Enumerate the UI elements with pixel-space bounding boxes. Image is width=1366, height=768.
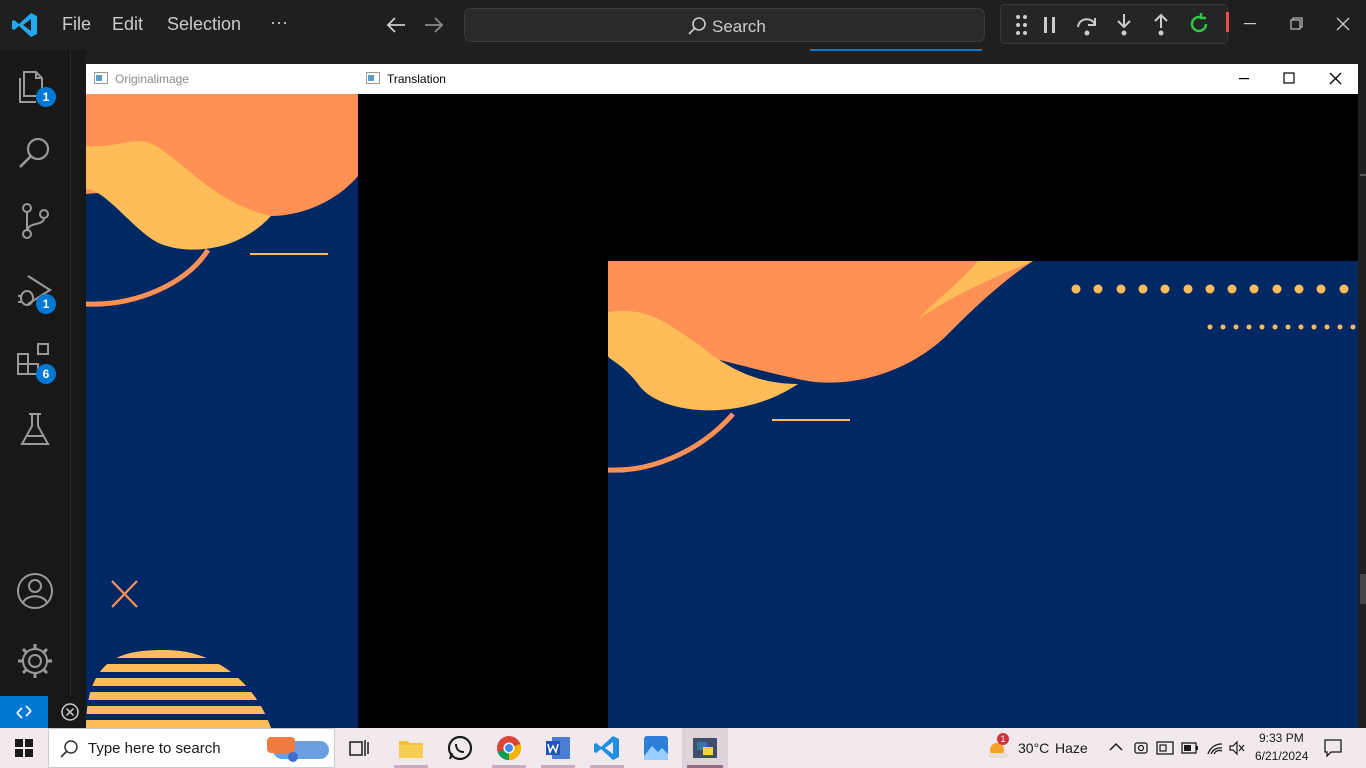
translation-window-titlebar[interactable]: Translation xyxy=(358,64,1358,94)
python-icon[interactable] xyxy=(691,734,719,762)
original-window-title: Originalimage xyxy=(115,72,190,86)
translation-window[interactable]: Translation xyxy=(358,64,1358,728)
wifi-icon[interactable] xyxy=(1206,740,1224,756)
flask-icon xyxy=(20,413,50,445)
restart-icon[interactable] xyxy=(1187,12,1211,36)
search-view-button[interactable] xyxy=(14,132,56,174)
back-arrow-icon[interactable] xyxy=(385,15,407,35)
manage-button[interactable] xyxy=(14,640,56,682)
stop-icon[interactable] xyxy=(1226,12,1229,32)
remote-icon xyxy=(16,705,32,719)
magnifier-icon xyxy=(19,137,50,168)
weather-desc[interactable]: Haze xyxy=(1055,740,1088,756)
forward-arrow-icon[interactable] xyxy=(423,15,445,35)
extensions-badge: 6 xyxy=(36,364,56,384)
close-icon[interactable] xyxy=(1336,17,1350,31)
explorer-button[interactable]: 1 xyxy=(14,64,56,107)
editor-tabs-strip xyxy=(86,50,1366,64)
maximize-icon[interactable] xyxy=(1283,72,1296,85)
run-debug-badge: 1 xyxy=(36,294,56,314)
original-window-titlebar[interactable]: Originalimage xyxy=(86,64,358,94)
explorer-badge: 1 xyxy=(36,87,56,107)
vscode-titlebar: File Edit Selection ··· Search xyxy=(0,0,1366,50)
menu-edit[interactable]: Edit xyxy=(112,14,143,35)
testing-button[interactable] xyxy=(14,408,56,450)
error-icon[interactable] xyxy=(60,702,80,722)
volume-muted-icon[interactable] xyxy=(1228,740,1246,756)
accounts-button[interactable] xyxy=(14,570,56,612)
remote-indicator[interactable] xyxy=(0,696,48,728)
source-control-icon xyxy=(22,203,49,239)
menu-more[interactable]: ··· xyxy=(270,12,288,33)
drag-handle-icon[interactable] xyxy=(1014,14,1030,36)
step-out-icon[interactable] xyxy=(1151,12,1171,38)
windows-taskbar: Type here to search 1 30°C Haze 9:33 PM … xyxy=(0,728,1366,768)
windows-start-icon[interactable] xyxy=(15,739,33,757)
minimize-icon[interactable] xyxy=(1238,77,1250,81)
taskbar-search-box[interactable]: Type here to search xyxy=(48,728,335,768)
minimize-icon[interactable] xyxy=(1244,22,1258,26)
translation-image-canvas xyxy=(358,94,1358,728)
step-over-icon[interactable] xyxy=(1075,13,1099,37)
file-explorer-icon[interactable] xyxy=(397,734,425,762)
search-icon xyxy=(688,17,706,35)
original-image-window[interactable]: Originalimage xyxy=(86,64,358,728)
debug-toolbar xyxy=(1000,4,1229,44)
source-control-button[interactable] xyxy=(14,200,56,242)
sidebar-edge xyxy=(70,50,86,696)
chrome-icon[interactable] xyxy=(495,734,523,762)
search-label: Search xyxy=(712,17,766,36)
translation-window-title: Translation xyxy=(387,72,446,86)
search-highlight-illustration xyxy=(267,737,329,762)
extensions-button[interactable]: 6 xyxy=(14,340,56,384)
weather-badge: 1 xyxy=(997,733,1009,745)
status-bar xyxy=(48,696,88,728)
chevron-up-icon[interactable] xyxy=(1109,742,1123,752)
whatsapp-icon[interactable] xyxy=(446,734,474,762)
menu-selection[interactable]: Selection xyxy=(167,14,241,35)
restore-icon[interactable] xyxy=(1290,17,1304,31)
meet-now-icon[interactable] xyxy=(1156,740,1174,756)
close-icon[interactable] xyxy=(1329,72,1342,85)
step-into-icon[interactable] xyxy=(1114,12,1134,38)
clock-date[interactable]: 6/21/2024 xyxy=(1255,749,1308,763)
account-icon xyxy=(17,573,53,609)
vscode-taskbar-icon[interactable] xyxy=(593,734,621,762)
battery-icon[interactable] xyxy=(1181,741,1199,755)
weather-temp[interactable]: 30°C xyxy=(1018,740,1049,756)
clock-time[interactable]: 9:33 PM xyxy=(1259,731,1304,745)
gear-icon xyxy=(18,644,52,678)
word-icon[interactable] xyxy=(544,734,572,762)
menu-file[interactable]: File xyxy=(62,14,91,35)
active-tab-indicator xyxy=(810,49,982,51)
run-debug-button[interactable]: 1 xyxy=(14,270,56,314)
command-center-search[interactable]: Search xyxy=(464,8,985,42)
task-view-icon[interactable] xyxy=(349,738,371,758)
taskbar-search-placeholder: Type here to search xyxy=(88,740,221,757)
activity-bar: 1 1 6 xyxy=(0,50,70,696)
photos-icon[interactable] xyxy=(642,734,670,762)
editor-scrollbar[interactable] xyxy=(1358,64,1366,728)
window-app-icon xyxy=(366,72,380,84)
notifications-icon[interactable] xyxy=(1324,739,1342,757)
original-image-canvas xyxy=(86,94,358,728)
window-app-icon xyxy=(94,72,108,84)
search-icon xyxy=(60,740,78,758)
camera-icon[interactable] xyxy=(1133,740,1149,756)
pause-icon[interactable] xyxy=(1043,16,1057,34)
vscode-logo-icon xyxy=(12,13,37,37)
